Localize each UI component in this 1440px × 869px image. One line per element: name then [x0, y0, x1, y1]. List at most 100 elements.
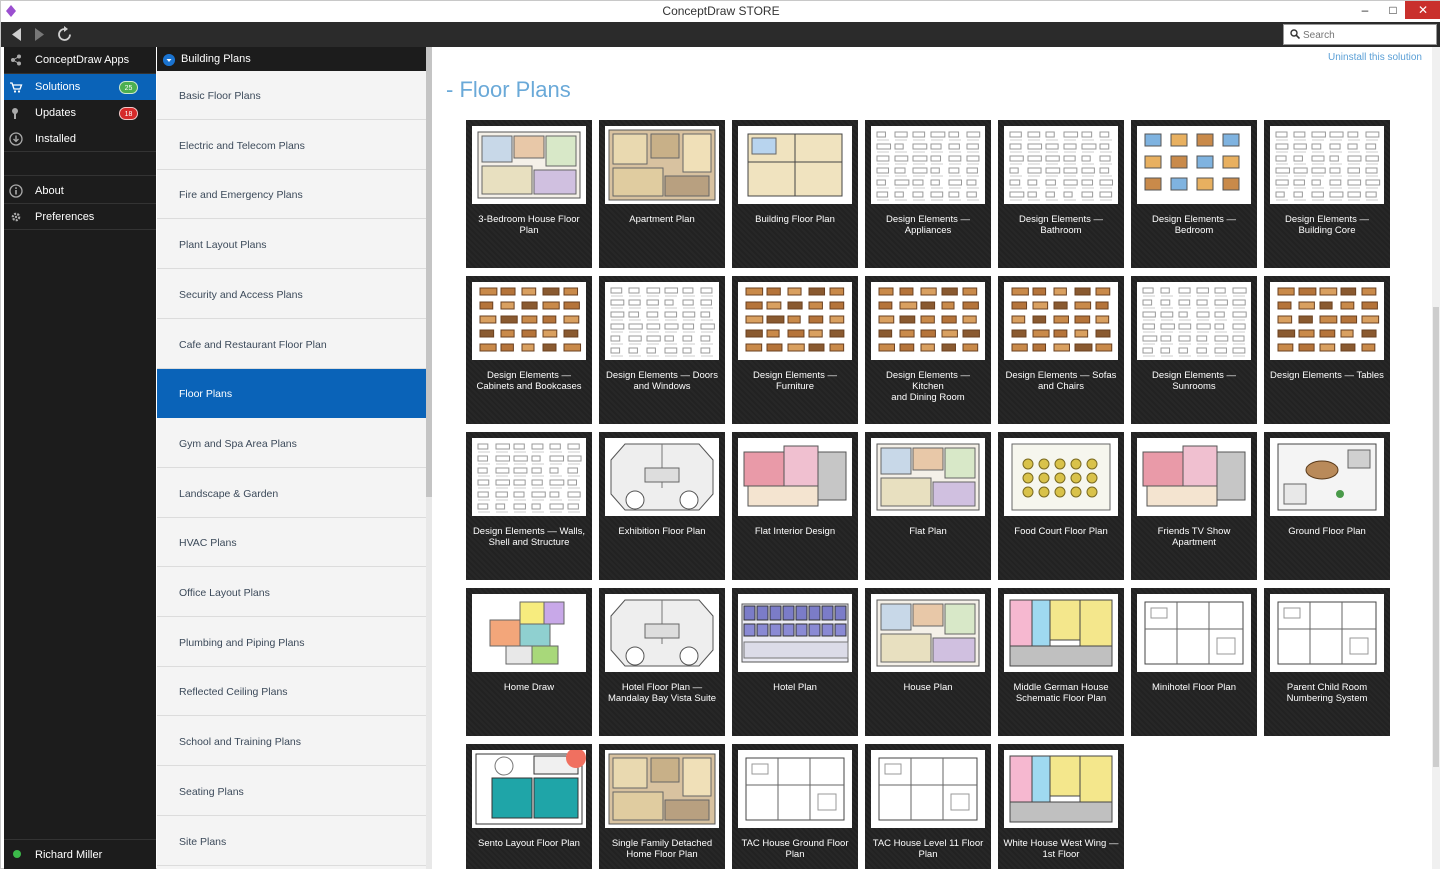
template-thumbnail[interactable]	[871, 594, 985, 672]
template-thumbnail[interactable]	[605, 126, 719, 204]
template-thumbnail[interactable]	[1137, 438, 1251, 516]
template-thumbnail[interactable]	[1137, 282, 1251, 360]
template-card[interactable]: Parent Child Room Numbering System	[1264, 588, 1390, 736]
back-button[interactable]	[7, 25, 27, 44]
template-thumbnail[interactable]	[605, 282, 719, 360]
template-card[interactable]: Design Elements — Bedroom	[1131, 120, 1257, 268]
template-thumbnail[interactable]	[472, 438, 586, 516]
category-item[interactable]: Basic Floor Plans	[157, 71, 426, 120]
template-card[interactable]: Single Family Detached Home Floor Plan	[599, 744, 725, 869]
template-card[interactable]: Hotel Plan	[732, 588, 858, 736]
template-thumbnail[interactable]	[1004, 438, 1118, 516]
template-card[interactable]: Building Floor Plan	[732, 120, 858, 268]
template-thumbnail[interactable]	[1270, 282, 1384, 360]
template-thumbnail[interactable]	[605, 438, 719, 516]
scrollbar-thumb[interactable]	[1433, 307, 1439, 767]
template-thumbnail[interactable]	[605, 594, 719, 672]
category-item[interactable]: Security and Access Plans	[157, 269, 426, 319]
template-card[interactable]: Design Elements — Cabinets and Bookcases	[466, 276, 592, 424]
template-card[interactable]: Minihotel Floor Plan	[1131, 588, 1257, 736]
template-card[interactable]: White House West Wing —1st Floor	[998, 744, 1124, 869]
template-card[interactable]: Design Elements — Furniture	[732, 276, 858, 424]
category-item[interactable]: Plant Layout Plans	[157, 220, 426, 270]
forward-button[interactable]	[29, 25, 49, 44]
template-thumbnail[interactable]	[472, 750, 586, 828]
category-item[interactable]: Gym and Spa Area Plans	[157, 418, 426, 468]
template-thumbnail[interactable]	[1270, 438, 1384, 516]
template-thumbnail[interactable]	[738, 594, 852, 672]
template-card[interactable]: Friends TV Show Apartment	[1131, 432, 1257, 580]
template-thumbnail[interactable]	[1137, 594, 1251, 672]
template-card[interactable]: Design Elements — Sofas and Chairs	[998, 276, 1124, 424]
search-input[interactable]	[1303, 27, 1431, 43]
template-card[interactable]: 3-Bedroom House Floor Plan	[466, 120, 592, 268]
sidebar-item-preferences[interactable]: Preferences	[4, 204, 156, 230]
category-item[interactable]: Landscape & Garden	[157, 468, 426, 518]
sidebar-item-updates[interactable]: Updates 18	[4, 100, 156, 126]
category-group-header[interactable]: Building Plans	[157, 47, 426, 71]
template-thumbnail[interactable]	[738, 282, 852, 360]
close-button[interactable]: ✕	[1405, 1, 1440, 19]
template-thumbnail[interactable]	[871, 282, 985, 360]
category-item[interactable]: HVAC Plans	[157, 518, 426, 568]
template-card[interactable]: Design Elements — Building Core	[1264, 120, 1390, 268]
template-card[interactable]: Flat Plan	[865, 432, 991, 580]
template-thumbnail[interactable]	[472, 282, 586, 360]
template-thumbnail[interactable]	[1004, 594, 1118, 672]
template-card[interactable]: Design Elements — Walls, Shell and Struct…	[466, 432, 592, 580]
sidebar-item-solutions[interactable]: Solutions 25	[4, 74, 156, 100]
template-card[interactable]: Apartment Plan	[599, 120, 725, 268]
category-item[interactable]: Reflected Ceiling Plans	[157, 667, 426, 717]
category-item[interactable]: Seating Plans	[157, 766, 426, 816]
template-thumbnail[interactable]	[472, 126, 586, 204]
template-card[interactable]: TAC House Ground Floor Plan	[732, 744, 858, 869]
template-card[interactable]: Design Elements — Doors and Windows	[599, 276, 725, 424]
template-thumbnail[interactable]	[1270, 594, 1384, 672]
content-scrollbar[interactable]	[1432, 47, 1440, 869]
template-thumbnail[interactable]	[871, 438, 985, 516]
sidebar-item-about[interactable]: About	[4, 178, 156, 204]
maximize-button[interactable]: □	[1379, 1, 1407, 19]
template-card[interactable]: Ground Floor Plan	[1264, 432, 1390, 580]
category-item[interactable]: School and Training Plans	[157, 717, 426, 767]
template-thumbnail[interactable]	[1004, 750, 1118, 828]
template-thumbnail[interactable]	[1137, 126, 1251, 204]
template-thumbnail[interactable]	[871, 750, 985, 828]
template-thumbnail[interactable]	[1270, 126, 1384, 204]
template-card[interactable]: Home Draw	[466, 588, 592, 736]
template-card[interactable]: Design Elements — Appliances	[865, 120, 991, 268]
category-item[interactable]: Plumbing and Piping Plans	[157, 617, 426, 667]
minimize-button[interactable]: –	[1351, 1, 1379, 19]
template-card[interactable]: Food Court Floor Plan	[998, 432, 1124, 580]
template-card[interactable]: Design Elements — Bathroom	[998, 120, 1124, 268]
sidebar-item-apps[interactable]: ConceptDraw Apps	[4, 47, 156, 73]
template-card[interactable]: Sento Layout Floor Plan	[466, 744, 592, 869]
template-thumbnail[interactable]	[738, 438, 852, 516]
template-card[interactable]: Design Elements — Tables	[1264, 276, 1390, 424]
template-card[interactable]: Flat Interior Design	[732, 432, 858, 580]
user-status[interactable]: Richard Miller	[4, 839, 156, 869]
template-thumbnail[interactable]	[738, 750, 852, 828]
category-item[interactable]: Cafe and Restaurant Floor Plan	[157, 319, 426, 369]
template-card[interactable]: House Plan	[865, 588, 991, 736]
template-card[interactable]: Design Elements — Sunrooms	[1131, 276, 1257, 424]
template-card[interactable]: Exhibition Floor Plan	[599, 432, 725, 580]
template-thumbnail[interactable]	[738, 126, 852, 204]
category-item[interactable]: Fire and Emergency Plans	[157, 170, 426, 220]
category-item[interactable]: Electric and Telecom Plans	[157, 120, 426, 170]
template-thumbnail[interactable]	[1004, 126, 1118, 204]
category-item[interactable]: Site Plans	[157, 816, 426, 866]
template-thumbnail[interactable]	[1004, 282, 1118, 360]
template-thumbnail[interactable]	[605, 750, 719, 828]
search-box[interactable]	[1283, 24, 1437, 45]
category-item[interactable]: Office Layout Plans	[157, 568, 426, 617]
template-thumbnail[interactable]	[871, 126, 985, 204]
category-item[interactable]: Floor Plans	[157, 369, 426, 419]
uninstall-link[interactable]: Uninstall this solution	[1328, 52, 1422, 63]
template-card[interactable]: TAC House Level 11 Floor Plan	[865, 744, 991, 869]
sidebar-item-installed[interactable]: Installed	[4, 126, 156, 152]
refresh-button[interactable]	[55, 25, 75, 44]
template-card[interactable]: Hotel Floor Plan — Mandalay Bay Vista Sui…	[599, 588, 725, 736]
template-card[interactable]: Design Elements — Kitchen and Dining Room	[865, 276, 991, 424]
template-thumbnail[interactable]	[472, 594, 586, 672]
